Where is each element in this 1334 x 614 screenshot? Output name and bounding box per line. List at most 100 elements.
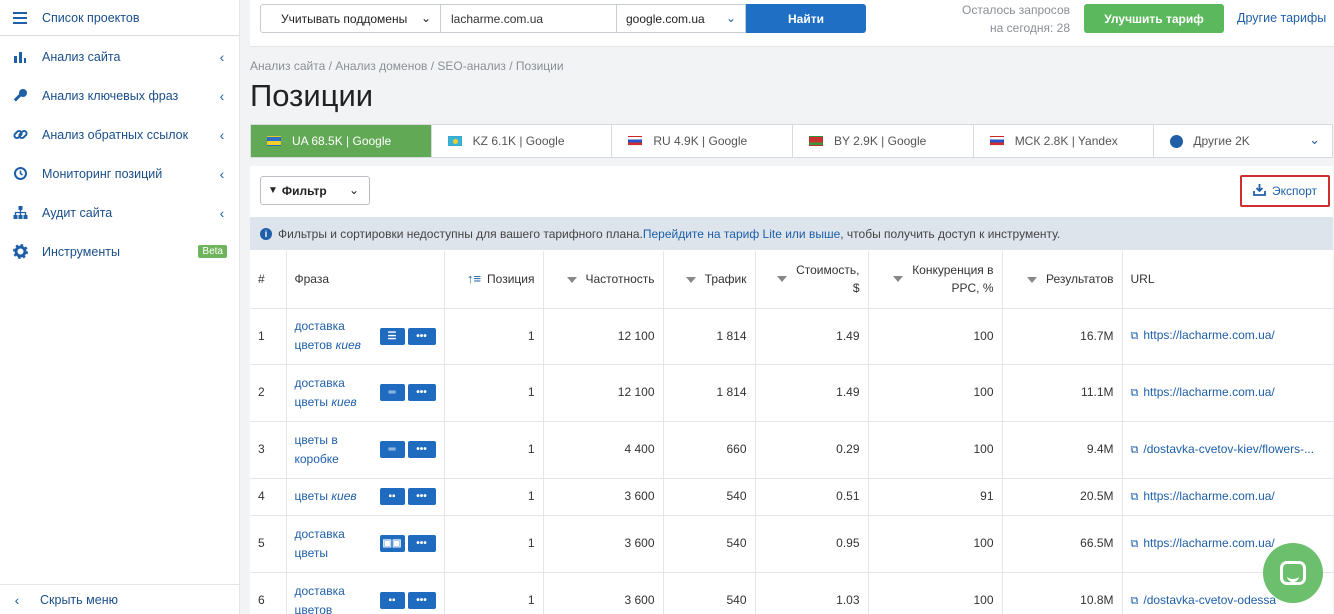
phrase-link[interactable]: цветы киев bbox=[295, 487, 373, 506]
url-text: https://lacharme.com.ua/ bbox=[1143, 535, 1275, 550]
phrase-cell: цветы киев ▪▪ ••• bbox=[286, 478, 445, 516]
sidebar-item-site-audit[interactable]: Аудит сайта ‹ bbox=[0, 193, 239, 232]
external-link-icon: ⧉ bbox=[1130, 594, 1139, 607]
col-label: Частотность bbox=[585, 272, 655, 287]
more-icon[interactable]: ••• bbox=[407, 488, 436, 505]
phrase-italic: киев bbox=[335, 338, 361, 352]
hide-menu-label: Скрыть меню bbox=[40, 592, 118, 607]
frequency-cell: 12 100 bbox=[543, 364, 664, 422]
row-num: 4 bbox=[250, 478, 287, 516]
results-cell: 10.8M bbox=[1002, 572, 1123, 614]
external-link-icon: ⧉ bbox=[1130, 386, 1139, 399]
ppc-cell: 100 bbox=[868, 421, 1003, 479]
traffic-cell: 540 bbox=[663, 478, 756, 516]
lines-icon[interactable]: ═ bbox=[379, 441, 405, 458]
col-traffic[interactable]: Трафик bbox=[663, 251, 756, 309]
row-actions: ▪▪ ••• bbox=[379, 592, 436, 609]
chevron-left-icon: ‹ bbox=[14, 591, 20, 608]
col-label-line: $ bbox=[852, 281, 860, 296]
chevron-down-icon: ⌄ bbox=[420, 11, 431, 25]
subdomain-select-value: Учитывать поддомены bbox=[281, 11, 408, 26]
hide-menu-button[interactable]: ‹ Скрыть меню bbox=[0, 584, 240, 614]
sort-desc-icon bbox=[777, 276, 788, 283]
breadcrumb[interactable]: Анализ сайта / Анализ доменов / SEO-анал… bbox=[250, 59, 564, 73]
phrase-link[interactable]: доставка цветов киев bbox=[295, 317, 373, 355]
traffic-cell: 1 814 bbox=[663, 308, 756, 365]
url-text: /dostavka-cvetov-odessa bbox=[1143, 592, 1277, 607]
phrase-cell: доставка цветов ▪▪ ••• bbox=[286, 572, 445, 614]
lines-icon[interactable]: ═ bbox=[379, 384, 405, 401]
url-cell[interactable]: ⧉ https://lacharme.com.ua/ bbox=[1122, 308, 1333, 365]
subdomain-select[interactable]: Учитывать поддомены ⌄ bbox=[260, 4, 441, 33]
col-label: Результатов bbox=[1046, 272, 1114, 287]
more-icon[interactable]: ••• bbox=[407, 535, 436, 552]
traffic-cell: 540 bbox=[663, 572, 756, 614]
phrase-link[interactable]: доставка цветы bbox=[295, 525, 373, 563]
upgrade-link[interactable]: Перейдите на тариф Lite или выше bbox=[643, 227, 840, 241]
sidebar-item-projects[interactable]: Список проектов bbox=[0, 0, 239, 36]
comment-icon[interactable]: ▪▪ bbox=[379, 592, 405, 609]
other-tariffs-link[interactable]: Другие тарифы bbox=[1237, 11, 1326, 25]
filter-button[interactable]: ▼ Фильтр ⌄ bbox=[260, 176, 370, 205]
info-icon: i bbox=[260, 227, 272, 240]
results-cell: 9.4M bbox=[1002, 421, 1123, 479]
col-url: URL bbox=[1122, 251, 1333, 309]
position-cell: 1 bbox=[444, 515, 544, 573]
domain-input[interactable] bbox=[441, 4, 617, 33]
chat-widget-button[interactable] bbox=[1263, 543, 1323, 603]
sidebar-item-label: Инструменты bbox=[42, 244, 120, 259]
link-icon bbox=[12, 127, 28, 143]
comment-icon[interactable]: ▪▪ bbox=[379, 488, 405, 505]
url-cell[interactable]: ⧉ https://lacharme.com.ua/ bbox=[1122, 478, 1333, 516]
tab-ua-google[interactable]: UA 68.5K | Google bbox=[251, 125, 432, 157]
col-frequency[interactable]: Частотность bbox=[543, 251, 664, 309]
positions-table: # Фраза ↑≡ Позиция Частотность Трафик Сто… bbox=[250, 251, 1333, 614]
images-icon[interactable]: ▣▣ bbox=[379, 535, 405, 552]
col-cost[interactable]: Стоимость, $ bbox=[755, 251, 869, 309]
phrase-link[interactable]: доставка цветы киев bbox=[295, 374, 373, 412]
tab-msk-yandex[interactable]: МСК 2.8K | Yandex bbox=[974, 125, 1155, 157]
url-cell[interactable]: ⧉ https://lacharme.com.ua/ bbox=[1122, 364, 1333, 422]
external-link-icon: ⧉ bbox=[1130, 330, 1139, 342]
gear-icon bbox=[12, 244, 28, 260]
ppc-cell: 100 bbox=[868, 515, 1003, 573]
upgrade-plan-button[interactable]: Улучшить тариф bbox=[1084, 4, 1224, 33]
row-num: 1 bbox=[250, 308, 287, 365]
remaining-requests-line1: Осталось запросов bbox=[962, 3, 1070, 17]
tab-other-regions[interactable]: Другие 2K ⌄ bbox=[1154, 125, 1332, 157]
tab-kz-google[interactable]: KZ 6.1K | Google bbox=[432, 125, 613, 157]
sidebar-item-tools[interactable]: Инструменты Beta bbox=[0, 232, 239, 271]
ppc-cell: 100 bbox=[868, 364, 1003, 422]
more-icon[interactable]: ••• bbox=[407, 327, 436, 345]
find-button[interactable]: Найти bbox=[746, 4, 866, 33]
sidebar-item-keyword-analysis[interactable]: Анализ ключевых фраз ‹ bbox=[0, 76, 239, 115]
phrase-cell: цветы в коробке ═ ••• bbox=[286, 421, 445, 479]
search-toolbar: Учитывать поддомены ⌄ google.com.ua ⌄ На… bbox=[250, 0, 1334, 47]
more-icon[interactable]: ••• bbox=[407, 384, 436, 401]
tab-ru-google[interactable]: RU 4.9K | Google bbox=[612, 125, 794, 157]
more-icon[interactable]: ••• bbox=[407, 441, 436, 458]
sidebar-item-backlink-analysis[interactable]: Анализ обратных ссылок ‹ bbox=[0, 115, 239, 154]
ukraine-flag-icon bbox=[267, 136, 281, 146]
col-position[interactable]: ↑≡ Позиция bbox=[444, 251, 544, 309]
region-tabs: UA 68.5K | Google KZ 6.1K | Google RU 4.… bbox=[250, 124, 1333, 158]
col-ppc[interactable]: Конкуренция в PPC, % bbox=[868, 251, 1003, 309]
more-icon[interactable]: ••• bbox=[407, 592, 436, 609]
url-cell[interactable]: ⧉ /dostavka-cvetov-kiev/flowers-... bbox=[1122, 421, 1333, 479]
chevron-left-icon: ‹ bbox=[219, 204, 225, 221]
sidebar-item-label: Список проектов bbox=[42, 10, 140, 25]
sidebar-item-position-monitoring[interactable]: Мониторинг позиций ‹ bbox=[0, 154, 239, 193]
sidebar-item-site-analysis[interactable]: Анализ сайта ‹ bbox=[0, 37, 239, 76]
tab-by-google[interactable]: BY 2.9K | Google bbox=[793, 125, 974, 157]
results-panel: ▼ Фильтр ⌄ Экспорт i Фильтры и сортировк… bbox=[250, 166, 1333, 614]
search-engine-select[interactable]: google.com.ua ⌄ bbox=[616, 4, 746, 33]
col-label-line: Стоимость, bbox=[796, 263, 860, 278]
row-num: 6 bbox=[250, 572, 287, 614]
col-results[interactable]: Результатов bbox=[1002, 251, 1123, 309]
phrase-link[interactable]: цветы в коробке bbox=[295, 431, 373, 469]
phrase-link[interactable]: доставка цветов bbox=[295, 582, 373, 614]
chevron-left-icon: ‹ bbox=[219, 87, 225, 104]
export-button[interactable]: Экспорт bbox=[1240, 175, 1330, 207]
table-row: 4 цветы киев ▪▪ ••• 1 3 600 540 0.51 91 20.5M ⧉ htt… bbox=[250, 478, 1333, 516]
menu-icon[interactable]: ☰ bbox=[379, 327, 405, 345]
